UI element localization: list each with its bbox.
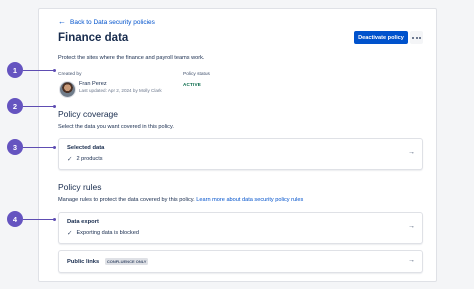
callout-marker-2: 2	[7, 98, 23, 114]
callout-dot-4	[53, 218, 56, 221]
owner-meta: Last updated: Apr 2, 2024 by Molly Clark	[79, 88, 162, 93]
data-export-value: Exporting data is blocked	[76, 230, 139, 236]
created-by-label: Created by	[58, 72, 82, 77]
check-icon: ✓	[67, 230, 73, 237]
policy-coverage-subtext: Select the data you want covered in this…	[58, 124, 174, 130]
selected-data-card[interactable]: Selected data ✓ 2 products →	[58, 138, 423, 170]
policy-rules-subtext: Manage rules to protect the data covered…	[58, 197, 304, 203]
data-export-card[interactable]: Data export ✓ Exporting data is blocked …	[58, 212, 423, 244]
confluence-only-badge: CONFLUENCE ONLY	[104, 258, 149, 265]
owner-name: Fran Perez	[79, 81, 107, 87]
more-icon	[412, 36, 415, 39]
policy-description: Protect the sites where the finance and …	[58, 55, 205, 61]
selected-data-value: 2 products	[76, 156, 103, 162]
callout-connector-3	[23, 147, 54, 148]
check-icon: ✓	[67, 156, 73, 163]
arrow-right-icon: →	[408, 223, 415, 230]
arrow-left-icon: ←	[58, 17, 66, 26]
callout-connector-1	[23, 70, 54, 71]
data-export-title: Data export	[67, 219, 99, 225]
avatar	[59, 81, 76, 98]
page-title: Finance data	[58, 32, 129, 44]
back-link-label: Back to Data security policies	[70, 18, 155, 26]
status-badge: ACTIVE	[183, 82, 202, 87]
policy-rules-heading: Policy rules	[58, 182, 102, 192]
callout-marker-4: 4	[7, 211, 23, 227]
public-links-title: Public links	[67, 259, 100, 266]
callout-connector-2	[23, 106, 54, 107]
learn-more-link[interactable]: Learn more about data security policy ru…	[196, 197, 303, 203]
callout-dot-3	[53, 146, 56, 149]
callout-marker-1: 1	[7, 62, 23, 78]
policy-status-label: Policy status	[183, 72, 210, 77]
callout-connector-4	[23, 219, 54, 220]
arrow-right-icon: →	[408, 149, 415, 156]
selected-data-title: Selected data	[67, 145, 105, 151]
callout-dot-2	[53, 105, 56, 108]
public-links-row: Public links CONFLUENCE ONLY	[67, 258, 149, 266]
more-actions-button[interactable]	[410, 31, 423, 44]
deactivate-policy-button[interactable]: Deactivate policy	[354, 31, 408, 44]
callout-dot-1	[53, 69, 56, 72]
policy-coverage-heading: Policy coverage	[58, 109, 119, 119]
back-link[interactable]: ← Back to Data security policies	[58, 18, 155, 26]
public-links-card[interactable]: Public links CONFLUENCE ONLY →	[58, 250, 423, 273]
arrow-right-icon: →	[408, 257, 415, 264]
callout-marker-3: 3	[7, 139, 23, 155]
